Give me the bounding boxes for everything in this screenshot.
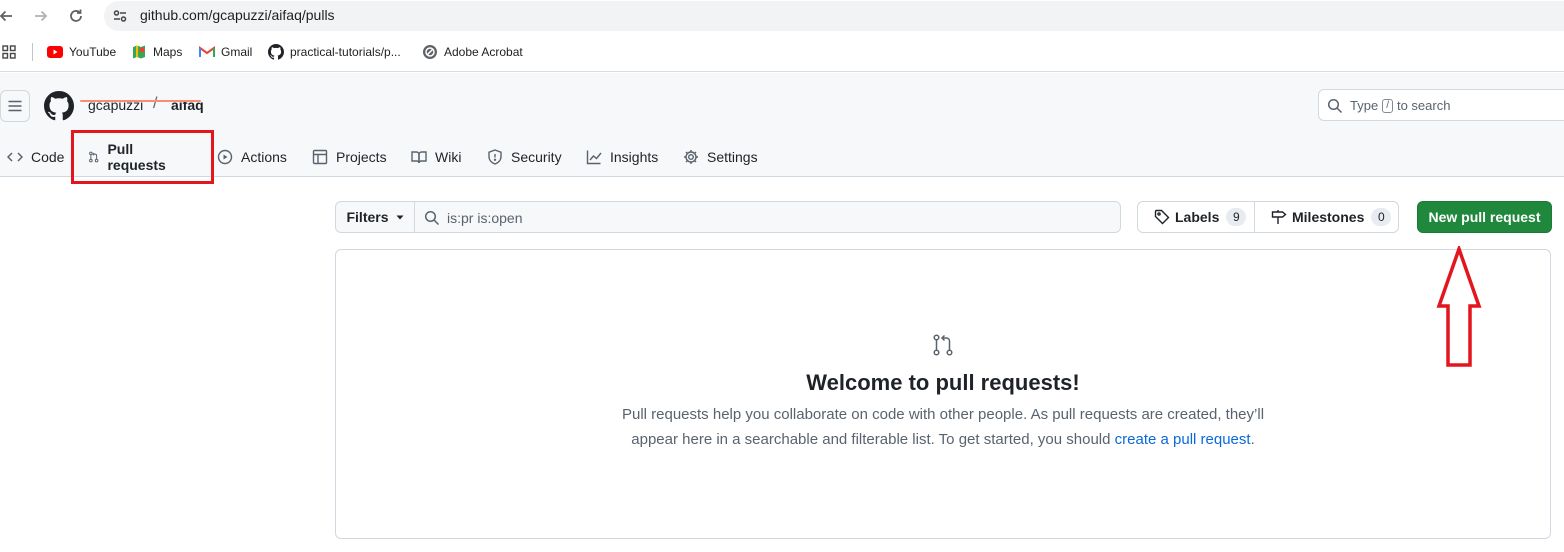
tab-label: Code bbox=[31, 149, 65, 165]
bookmark-adobe-acrobat[interactable]: Adobe Acrobat bbox=[422, 43, 523, 61]
selected-tab-indicator bbox=[80, 100, 201, 102]
labels-button[interactable]: Labels 9 bbox=[1154, 202, 1247, 232]
create-pull-request-link[interactable]: create a pull request bbox=[1115, 431, 1251, 448]
menu-button[interactable] bbox=[0, 90, 30, 122]
github-logo-icon[interactable] bbox=[44, 91, 74, 121]
milestones-button[interactable]: Milestones 0 bbox=[1271, 202, 1392, 232]
filters-button[interactable]: Filters bbox=[335, 201, 415, 233]
bookmarks-bar: YouTube Maps Gmail practical-tutorials/p… bbox=[0, 32, 1564, 72]
bookmark-label: Maps bbox=[153, 45, 183, 59]
bookmark-youtube[interactable]: YouTube bbox=[47, 43, 116, 61]
code-icon bbox=[7, 152, 23, 162]
arrow-right-icon bbox=[35, 10, 48, 22]
tab-security[interactable]: Security bbox=[487, 143, 562, 171]
blankslate-desc-line2: appear here in a searchable and filterab… bbox=[631, 431, 1111, 448]
url-text[interactable]: github.com/gcapuzzi/aifaq/pulls bbox=[140, 7, 335, 23]
search-placeholder-after: to search bbox=[1396, 98, 1451, 113]
bookmark-label: practical-tutorials/p... bbox=[290, 45, 401, 59]
pull-requests-blankslate: Welcome to pull requests! Pull requests … bbox=[335, 249, 1551, 539]
graph-icon bbox=[586, 150, 602, 165]
button-group-divider bbox=[1254, 202, 1255, 232]
milestones-label: Milestones bbox=[1292, 209, 1365, 225]
repo-header: gcapuzzi / aifaq Type / to search Code P… bbox=[0, 73, 1564, 177]
tag-icon bbox=[1154, 209, 1170, 225]
reload-button[interactable] bbox=[64, 4, 88, 28]
tab-label: Actions bbox=[241, 149, 287, 165]
search-placeholder: Type / to search bbox=[1350, 98, 1450, 113]
milestone-icon bbox=[1271, 210, 1287, 224]
bookmark-label: YouTube bbox=[69, 45, 117, 59]
bookmarks-divider bbox=[32, 43, 33, 61]
gear-icon bbox=[684, 150, 698, 164]
reload-icon bbox=[70, 9, 82, 22]
tab-label: Security bbox=[511, 149, 562, 165]
shield-icon bbox=[488, 149, 502, 165]
back-button[interactable] bbox=[0, 4, 18, 28]
search-icon bbox=[1327, 98, 1343, 114]
arrow-left-icon bbox=[0, 10, 12, 22]
annotation-highlight-box bbox=[71, 130, 214, 184]
tab-label: Projects bbox=[336, 149, 387, 165]
search-shortcut-key: / bbox=[1382, 98, 1393, 113]
new-pull-request-button[interactable]: New pull request bbox=[1417, 201, 1552, 233]
bookmark-maps[interactable]: Maps bbox=[131, 43, 182, 61]
triangle-down-icon bbox=[396, 215, 403, 220]
blankslate-title: Welcome to pull requests! bbox=[806, 370, 1080, 395]
bookmark-practical-tutorials[interactable]: practical-tutorials/p... bbox=[268, 43, 401, 61]
blankslate-desc-end: . bbox=[1250, 431, 1255, 448]
hamburger-icon bbox=[8, 100, 22, 112]
milestones-count-badge: 0 bbox=[1371, 208, 1392, 226]
tab-wiki[interactable]: Wiki bbox=[411, 143, 461, 171]
address-bar[interactable]: github.com/gcapuzzi/aifaq/pulls bbox=[104, 1, 1564, 31]
acrobat-icon bbox=[423, 45, 437, 59]
filters-label: Filters bbox=[346, 209, 389, 225]
tab-label: Settings bbox=[707, 149, 758, 165]
tab-projects[interactable]: Projects bbox=[312, 143, 387, 171]
site-settings-icon[interactable] bbox=[112, 8, 128, 24]
labels-count-badge: 9 bbox=[1226, 208, 1247, 226]
github-icon bbox=[268, 44, 284, 60]
blankslate-description: Pull requests help you collaborate on co… bbox=[586, 402, 1300, 452]
table-icon bbox=[312, 149, 328, 165]
breadcrumb-separator: / bbox=[153, 95, 158, 112]
gmail-icon bbox=[199, 46, 215, 57]
maps-icon bbox=[133, 45, 145, 59]
tab-actions[interactable]: Actions bbox=[217, 143, 287, 171]
tab-label: Insights bbox=[610, 149, 659, 165]
annotation-arrow-up-icon bbox=[1436, 246, 1482, 368]
tab-code[interactable]: Code bbox=[7, 143, 64, 171]
youtube-icon bbox=[47, 46, 63, 58]
forward-button[interactable] bbox=[29, 4, 53, 28]
bookmark-label: Gmail bbox=[221, 45, 253, 59]
book-icon bbox=[411, 151, 427, 164]
filter-query-value: is:pr is:open bbox=[447, 210, 523, 226]
blankslate-desc-line1: Pull requests help you collaborate on co… bbox=[621, 406, 1265, 423]
search-placeholder-before: Type bbox=[1350, 98, 1379, 113]
bookmark-label: Adobe Acrobat bbox=[444, 45, 523, 59]
tab-insights[interactable]: Insights bbox=[586, 143, 658, 171]
tab-settings[interactable]: Settings bbox=[683, 143, 758, 171]
apps-grid-icon[interactable] bbox=[2, 45, 16, 59]
tab-label: Wiki bbox=[435, 149, 462, 165]
labels-label: Labels bbox=[1175, 209, 1220, 225]
filter-search-input[interactable]: is:pr is:open bbox=[414, 201, 1121, 233]
play-icon bbox=[217, 149, 233, 165]
search-icon bbox=[424, 210, 440, 226]
browser-toolbar: github.com/gcapuzzi/aifaq/pulls bbox=[0, 0, 1564, 32]
git-pull-request-icon bbox=[931, 333, 955, 357]
bookmark-gmail[interactable]: Gmail bbox=[199, 43, 252, 61]
global-search-input[interactable]: Type / to search bbox=[1318, 89, 1564, 121]
labels-milestones-group: Labels 9 Milestones 0 bbox=[1137, 201, 1399, 233]
